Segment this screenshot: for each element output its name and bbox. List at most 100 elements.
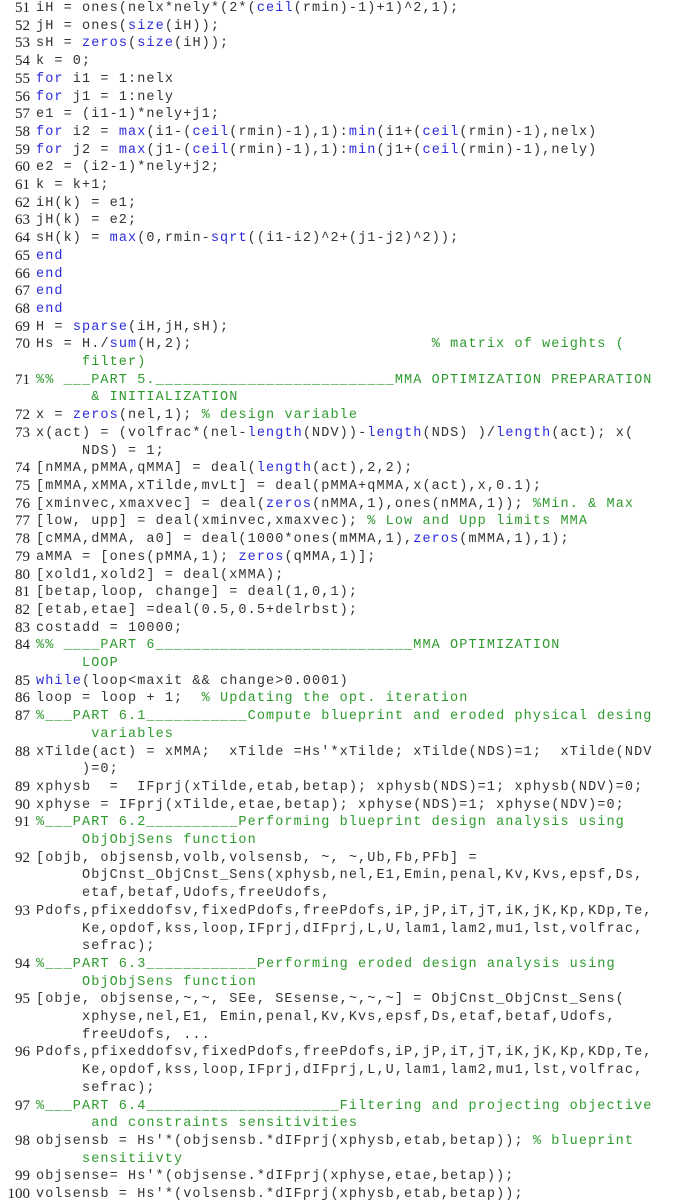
code-line: 60 e2 = (i2-1)*nely+j2; <box>0 159 685 177</box>
code-content: xphyse = IFprj(xTilde,etae,betap); xphys… <box>36 797 685 815</box>
code-content: [objb, objsensb,volb,volsensb, ~, ~,Ub,F… <box>36 850 685 868</box>
code-line: 53 sH = zeros(size(iH)); <box>0 35 685 53</box>
code-content: [xold1,xold2] = deal(xMMA); <box>36 567 685 585</box>
code-keyword: while <box>36 673 83 689</box>
code-line: 96 Pdofs,pfixeddofsv,fixedPdofs,freePdofs… <box>0 1044 685 1062</box>
code-text: loop = loop + 1; <box>36 691 202 707</box>
code-content: for i2 = max(i1-(ceil(rmin)-1),1):min(i1… <box>36 124 685 142</box>
code-line: 97 %___PART 6.4_____________________Filte… <box>0 1098 685 1116</box>
code-keyword: length <box>256 461 313 477</box>
code-line: 95 [obje, objsense,~,~, SEe, SEsense,~,~,… <box>0 991 685 1009</box>
code-line: 67 end <box>0 283 685 301</box>
code-content: sensitiivty <box>36 1151 685 1169</box>
code-content: sH(k) = max(0,rmin-sqrt((i1-i2)^2+(j1-j2… <box>36 230 685 248</box>
code-text: objsensb = Hs'*(objsensb.*dIFprj(xphysb,… <box>36 1134 533 1149</box>
code-line-continuation: sefrac); <box>0 1080 685 1098</box>
code-text: [nMMA,pMMA,qMMA] = deal( <box>36 461 257 477</box>
code-text: (iH)); <box>164 18 221 34</box>
code-content: end <box>36 301 685 319</box>
code-text: (nMMA,1),ones(nMMA,1)); <box>312 496 533 512</box>
line-number: 61 <box>15 177 30 194</box>
code-keyword: sparse <box>72 319 129 335</box>
code-content: [low, upp] = deal(xminvec,xmaxvec); % Lo… <box>36 513 685 531</box>
line-number: 97 <box>15 1097 30 1114</box>
code-text: costadd = 10000; <box>36 620 184 636</box>
code-comment: LOOP <box>82 656 119 672</box>
code-text: (qMMA,1)]; <box>284 549 377 565</box>
code-comment: %___PART 6.4_____________________Filteri… <box>36 1098 653 1114</box>
code-text: freeUdofs, ... <box>82 1027 211 1043</box>
code-text: [etab,etae] =deal(0.5,0.5+delrbst); <box>36 602 359 618</box>
code-text: (mMMA,1),1); <box>459 532 570 548</box>
code-keyword: for <box>36 71 64 87</box>
code-comment: % Low and Upp limits MMA <box>367 514 589 530</box>
code-keyword: sum <box>109 337 138 353</box>
code-content: e1 = (i1-1)*nely+j1; <box>36 106 685 124</box>
code-line-continuation: ObjObjSens function <box>0 832 685 850</box>
code-content: jH(k) = e2; <box>36 212 685 230</box>
code-line: 93 Pdofs,pfixeddofsv,fixedPdofs,freePdofs… <box>0 903 685 921</box>
code-content: [cMMA,dMMA, a0] = deal(1000*ones(mMMA,1)… <box>36 531 685 549</box>
code-listing: 51 iH = ones(nelx*nely*(2*(ceil(rmin)-1)+… <box>0 0 685 1204</box>
code-keyword: length <box>247 425 303 441</box>
code-line: 69 H = sparse(iH,jH,sH); <box>0 319 685 337</box>
code-line: 68 end <box>0 301 685 319</box>
code-text: xphyse = IFprj(xTilde,etae,betap); xphys… <box>36 797 625 813</box>
code-line-continuation: ObjCnst_ObjCnst_Sens(xphysb,nel,E1,Emin,… <box>0 867 685 885</box>
code-keyword: zeros <box>72 408 119 424</box>
code-keyword: end <box>36 266 64 282</box>
line-number: 89 <box>15 778 30 795</box>
line-number: 58 <box>15 123 30 140</box>
line-number: 52 <box>15 17 30 34</box>
code-line: 99 objsense= Hs'*(objsense.*dIFprj(xphyse… <box>0 1168 685 1186</box>
line-number: 54 <box>15 53 30 70</box>
line-number: 92 <box>15 849 30 866</box>
code-content: end <box>36 248 685 266</box>
code-content: ObjObjSens function <box>36 832 685 850</box>
code-content: while(loop<maxit && change>0.0001) <box>36 673 685 691</box>
code-content: costadd = 10000; <box>36 620 685 638</box>
code-line: 87 %___PART 6.1___________Compute bluepri… <box>0 708 685 726</box>
code-content: %___PART 6.2__________Performing bluepri… <box>36 814 685 832</box>
code-line-continuation: and constraints sensitivities <box>0 1115 685 1133</box>
code-text: sH(k) = <box>36 231 110 247</box>
code-content: LOOP <box>36 655 685 673</box>
code-content: jH = ones(size(iH)); <box>36 18 685 36</box>
code-text: (j1+( <box>376 142 423 158</box>
code-comment: % Updating the opt. iteration <box>201 691 469 707</box>
line-number: 94 <box>15 955 30 972</box>
code-line: 70 Hs = H./sum(H,2); % matrix of weights … <box>0 336 685 354</box>
code-keyword: length <box>496 425 552 441</box>
line-number: 60 <box>15 159 30 176</box>
code-text: (i1-( <box>146 124 193 140</box>
code-content: iH = ones(nelx*nely*(2*(ceil(rmin)-1)+1)… <box>36 0 685 18</box>
code-text: k = k+1; <box>36 178 110 194</box>
line-number: 65 <box>15 247 30 264</box>
code-line: 90 xphyse = IFprj(xTilde,etae,betap); xph… <box>0 797 685 815</box>
code-line: 92 [objb, objsensb,volb,volsensb, ~, ~,Ub… <box>0 850 685 868</box>
code-line: 54 k = 0; <box>0 53 685 71</box>
line-number: 64 <box>15 230 30 247</box>
code-line: 98 objsensb = Hs'*(objsensb.*dIFprj(xphys… <box>0 1133 685 1151</box>
code-content: k = k+1; <box>36 177 685 195</box>
code-line: 73 x(act) = (volfrac*(nel-length(NDV))-le… <box>0 425 685 443</box>
code-comment: ObjObjSens function <box>82 833 257 849</box>
line-number: 91 <box>15 814 30 831</box>
line-number: 77 <box>15 513 30 530</box>
code-content: etaf,betaf,Udofs,freeUdofs, <box>36 885 685 903</box>
code-comment: % matrix of weights ( <box>431 337 625 353</box>
code-keyword: size <box>128 18 165 34</box>
code-comment: filter) <box>82 355 147 371</box>
code-text: [xold1,xold2] = deal(xMMA); <box>36 567 285 583</box>
code-line-continuation: xphyse,nel,E1, Emin,penal,Kv,Kvs,epsf,Ds… <box>0 1009 685 1027</box>
line-number: 71 <box>15 371 30 388</box>
code-text: xTilde(act) = xMMA; xTilde =Hs'*xTilde; … <box>36 744 653 760</box>
code-content: & INITIALIZATION <box>36 389 685 407</box>
code-text: [xminvec,xmaxvec] = deal( <box>36 496 267 512</box>
code-line: 59 for j2 = max(j1-(ceil(rmin)-1),1):min(… <box>0 142 685 160</box>
code-keyword: ceil <box>422 142 460 158</box>
code-content: Hs = H./sum(H,2); % matrix of weights ( <box>36 336 685 354</box>
code-content: %% ___PART 5.__________________________M… <box>36 372 685 390</box>
code-content: filter) <box>36 354 685 372</box>
code-content: for j1 = 1:nely <box>36 89 685 107</box>
